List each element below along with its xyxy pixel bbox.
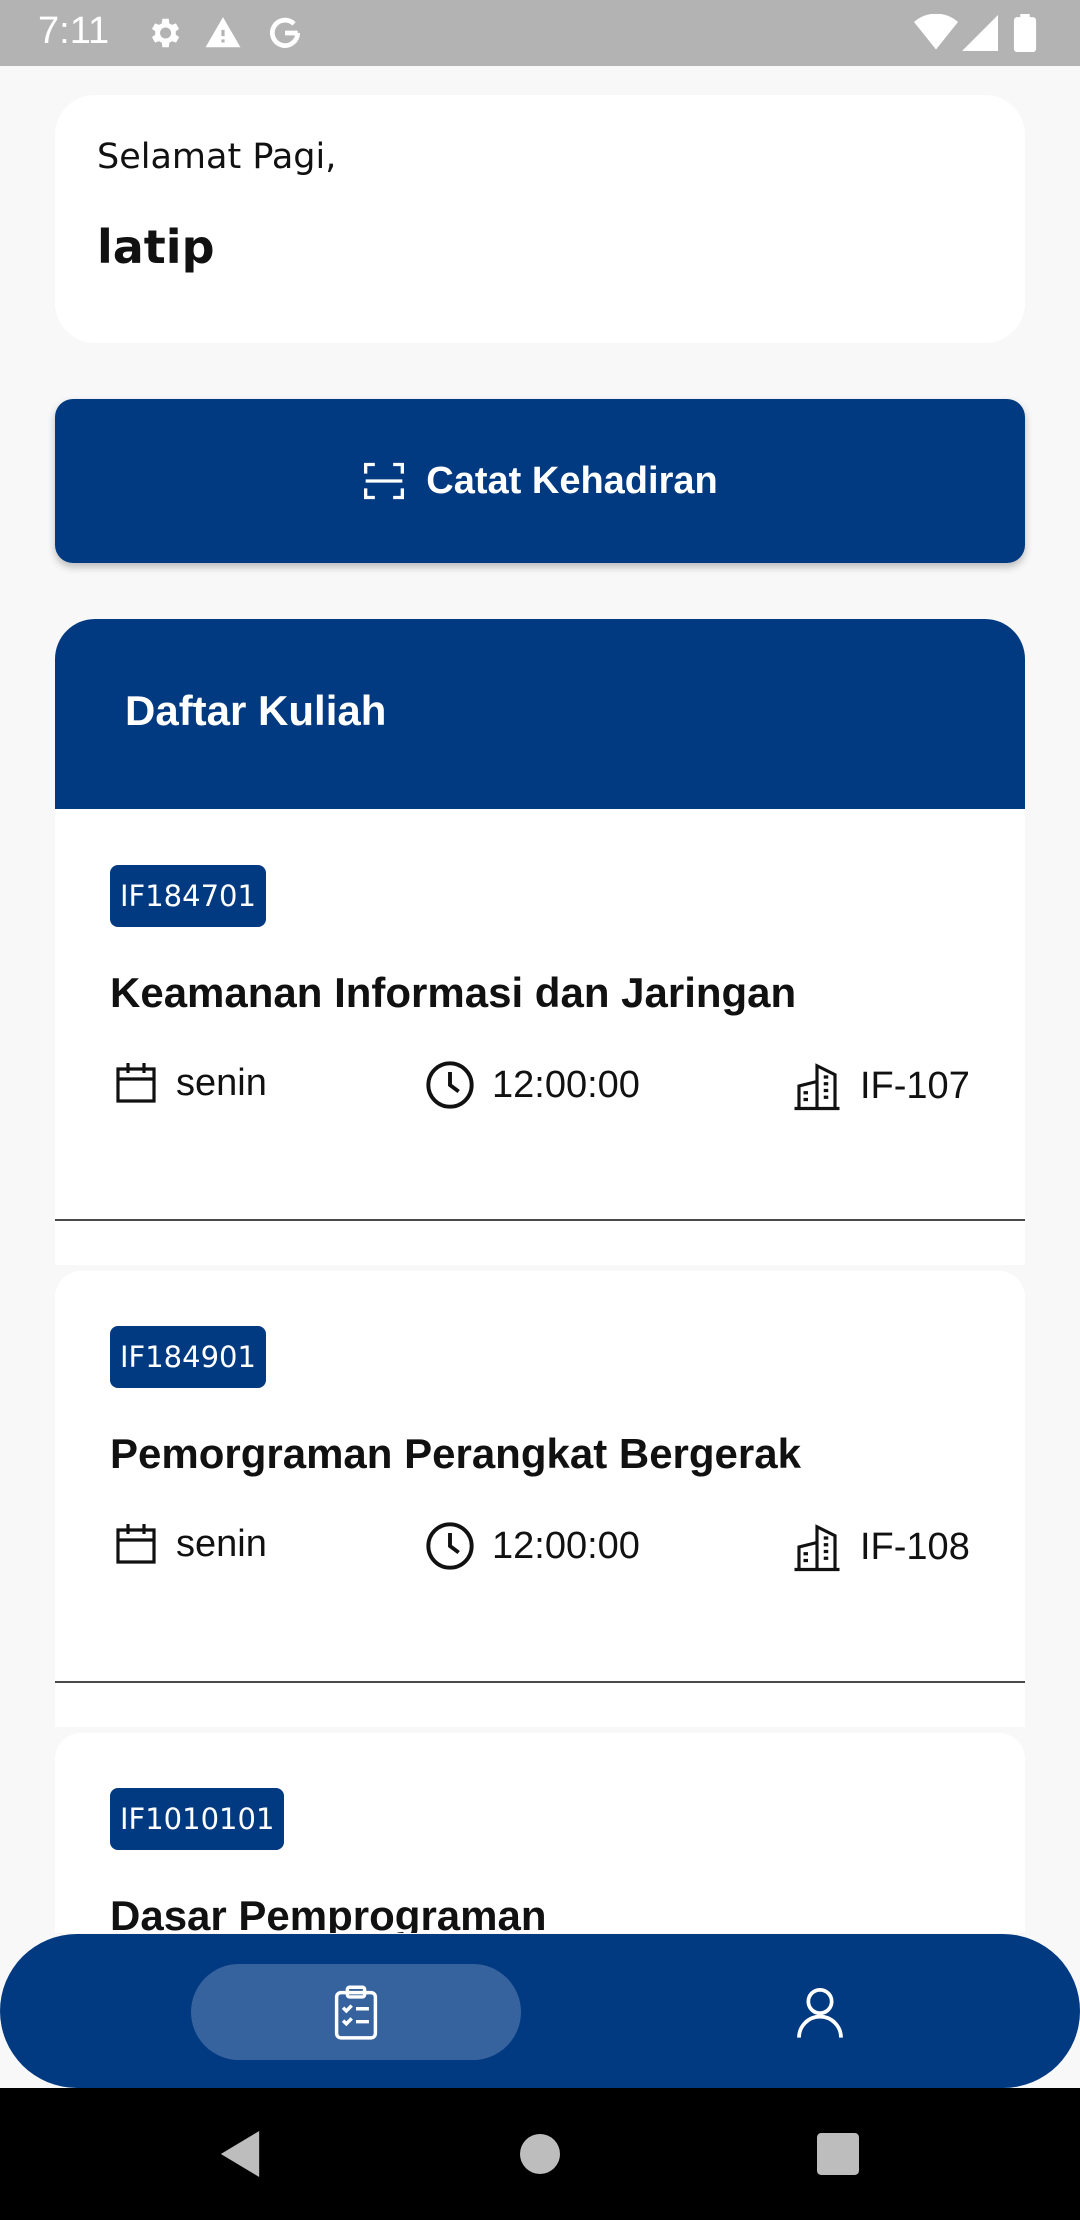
warning-icon <box>205 17 241 48</box>
signal-icon <box>962 15 998 51</box>
course-divider <box>55 1219 1025 1221</box>
status-time: 7:11 <box>38 10 110 52</box>
course-time-label: 12:00:00 <box>492 1524 640 1567</box>
course-room-label: IF-107 <box>860 1064 970 1107</box>
bottom-navigation <box>0 1934 1080 2088</box>
wifi-icon <box>914 14 958 50</box>
course-day-label: senin <box>176 1061 267 1104</box>
course-code-badge: IF184701 <box>110 865 266 927</box>
course-room: IF-108 <box>790 1520 970 1574</box>
building-icon <box>794 1524 840 1572</box>
greeting-card: Selamat Pagi, latip <box>55 95 1025 343</box>
greeting-text: Selamat Pagi, <box>97 137 337 177</box>
recents-icon <box>817 2133 859 2175</box>
google-icon <box>269 17 301 48</box>
course-room: IF-107 <box>790 1059 970 1113</box>
scan-icon <box>364 462 405 500</box>
course-card[interactable]: IF184901 Pemorgraman Perangkat Bergerak … <box>55 1271 1025 1727</box>
clock-icon <box>426 1522 474 1570</box>
course-time: 12:00:00 <box>424 1520 640 1572</box>
course-room-label: IF-108 <box>860 1525 970 1568</box>
battery-icon <box>1013 14 1037 52</box>
building-icon <box>794 1063 840 1111</box>
settings-icon <box>151 18 180 48</box>
system-navigation-bar <box>0 2088 1080 2220</box>
home-button[interactable] <box>480 2088 600 2220</box>
home-icon <box>520 2134 560 2174</box>
user-name: latip <box>97 220 215 274</box>
course-day: senin <box>112 1059 267 1107</box>
course-time-label: 12:00:00 <box>492 1063 640 1106</box>
course-list-title: Daftar Kuliah <box>125 687 387 734</box>
record-attendance-label: Catat Kehadiran <box>426 459 718 502</box>
course-day-label: senin <box>176 1522 267 1565</box>
course-name: Dasar Pemprograman <box>110 1892 547 1933</box>
course-time: 12:00:00 <box>424 1059 640 1111</box>
back-icon <box>220 2131 260 2177</box>
clipboard-check-icon <box>334 1985 378 2040</box>
recents-button[interactable] <box>778 2088 898 2220</box>
nav-item-schedule[interactable] <box>191 1964 521 2060</box>
calendar-icon <box>116 1063 156 1103</box>
course-list-header: Daftar Kuliah <box>55 619 1025 809</box>
course-card[interactable]: IF1010101 Dasar Pemprograman <box>55 1733 1025 1933</box>
status-bar: 7:11 <box>0 0 1080 66</box>
course-code-badge: IF1010101 <box>110 1788 285 1850</box>
clock-icon <box>426 1061 474 1109</box>
back-button[interactable] <box>180 2088 300 2220</box>
course-name: Keamanan Informasi dan Jaringan <box>110 969 797 1016</box>
course-day: senin <box>112 1520 267 1568</box>
course-divider <box>55 1681 1025 1683</box>
user-icon <box>797 1987 843 2038</box>
calendar-icon <box>116 1524 156 1564</box>
course-name: Pemorgraman Perangkat Bergerak <box>110 1430 801 1477</box>
record-attendance-button[interactable]: Catat Kehadiran <box>55 399 1025 563</box>
course-code-badge: IF184901 <box>110 1326 266 1388</box>
nav-item-profile[interactable] <box>770 1964 870 2060</box>
course-card[interactable]: IF184701 Keamanan Informasi dan Jaringan… <box>55 809 1025 1265</box>
